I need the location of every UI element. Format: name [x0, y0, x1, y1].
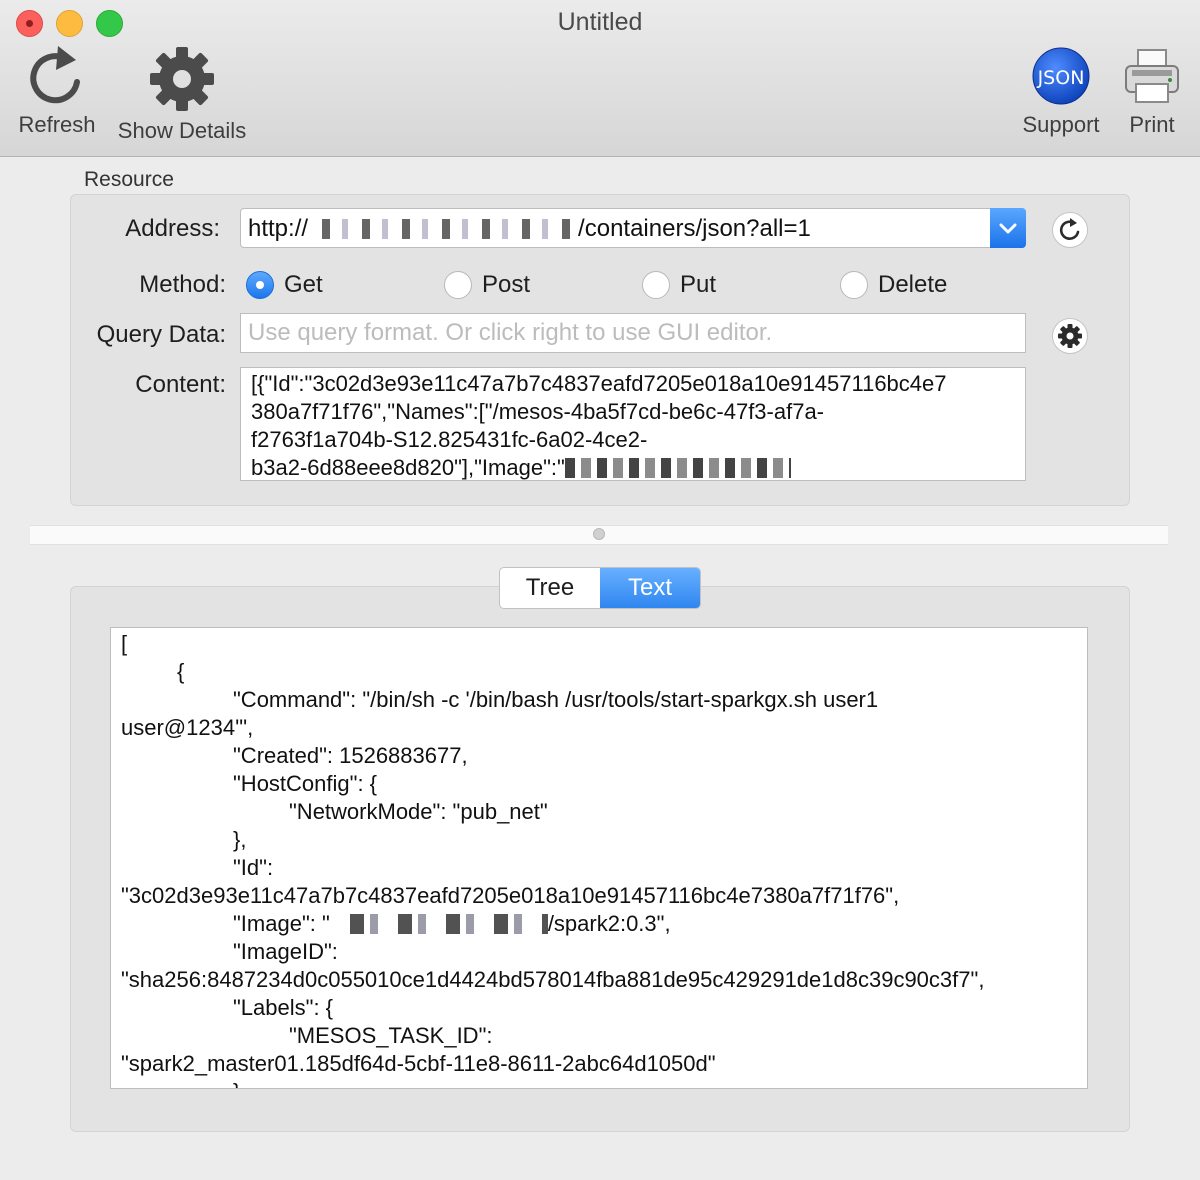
method-radio-delete[interactable]: Delete	[840, 268, 947, 302]
text-line: "Image": "/spark2:0.3",	[233, 911, 671, 936]
query-data-input[interactable]	[240, 313, 1026, 353]
toolbar: Untitled Refresh Show Details JSON Suppo…	[0, 0, 1200, 157]
show-details-label: Show Details	[117, 118, 247, 143]
text-line: {	[177, 659, 185, 684]
radio-dot[interactable]	[444, 271, 472, 299]
text-line: [	[121, 631, 128, 656]
address-value[interactable]: http:///containers/json?all=1	[248, 215, 811, 243]
obscured-host	[308, 219, 579, 239]
divider-handle[interactable]	[593, 528, 605, 540]
view-mode-segmented-control[interactable]: Tree Text	[499, 567, 701, 609]
text-line: "sha256:8487234d0c055010ce1d4424bd578014…	[121, 967, 985, 992]
text-line: "Created": 1526883677,	[233, 743, 468, 768]
refresh-icon	[30, 46, 80, 104]
content-label: Content:	[135, 371, 226, 398]
text-line: "Id":	[233, 855, 274, 880]
address-combobox[interactable]: http:///containers/json?all=1	[240, 208, 1026, 248]
method-radio-post[interactable]: Post	[444, 268, 530, 302]
window-title: Untitled	[557, 8, 643, 36]
text-line: "Command": "/bin/sh -c '/bin/bash /usr/t…	[233, 687, 879, 712]
text-line: user@1234'",	[121, 715, 254, 740]
text-line: "MESOS_TASK_ID":	[289, 1023, 493, 1048]
show-details-button[interactable]: Show Details	[112, 46, 252, 144]
content-textarea[interactable]: [{"Id":"3c02d3e93e11c47a7b7c4837eafd7205…	[240, 367, 1026, 481]
gear-icon	[150, 47, 214, 111]
query-data-label: Query Data:	[96, 321, 226, 348]
radio-dot[interactable]	[642, 271, 670, 299]
address-dropdown-button[interactable]	[990, 208, 1026, 248]
method-label: Method:	[139, 271, 226, 298]
reload-icon	[1059, 218, 1080, 240]
radio-dot[interactable]	[246, 271, 274, 299]
support-button[interactable]: JSON Support	[1014, 46, 1108, 138]
query-editor-button[interactable]	[1052, 318, 1088, 354]
gear-icon	[1058, 324, 1082, 348]
print-label: Print	[1129, 112, 1175, 137]
json-logo-icon: JSON	[1032, 47, 1090, 105]
text-line: "spark2_master01.185df64d-5cbf-11e8-8611…	[121, 1051, 716, 1076]
obscured-registry	[329, 914, 548, 934]
address-label: Address:	[125, 215, 220, 242]
app-window: Untitled Refresh Show Details JSON Suppo…	[0, 0, 1200, 1180]
text-line: "3c02d3e93e11c47a7b7c4837eafd7205e018a10…	[121, 883, 900, 908]
chevron-down-icon	[999, 223, 1017, 234]
printer-icon	[1125, 49, 1179, 103]
svg-text:JSON: JSON	[1037, 67, 1085, 89]
tab-text[interactable]: Text	[600, 568, 700, 608]
method-radio-get[interactable]: Get	[246, 268, 323, 302]
text-line: },	[233, 827, 247, 852]
support-label: Support	[1022, 112, 1100, 137]
tab-tree[interactable]: Tree	[500, 568, 600, 608]
method-radio-put[interactable]: Put	[642, 268, 716, 302]
radio-dot[interactable]	[840, 271, 868, 299]
response-text-view[interactable]: [ { "Command": "/bin/sh -c '/bin/bash /u…	[110, 627, 1088, 1089]
text-line: },	[121, 1078, 1077, 1088]
print-button[interactable]: Print	[1118, 46, 1186, 138]
refresh-label: Refresh	[18, 112, 96, 137]
text-line: "ImageID":	[233, 939, 338, 964]
text-line: "HostConfig": {	[233, 771, 378, 796]
text-line: "NetworkMode": "pub_net"	[289, 799, 548, 824]
reload-button[interactable]	[1052, 212, 1088, 248]
text-line: "Labels": {	[233, 995, 334, 1020]
resource-group-title: Resource	[84, 168, 174, 191]
obscured-image-name	[564, 458, 791, 478]
refresh-button[interactable]: Refresh	[10, 46, 104, 138]
